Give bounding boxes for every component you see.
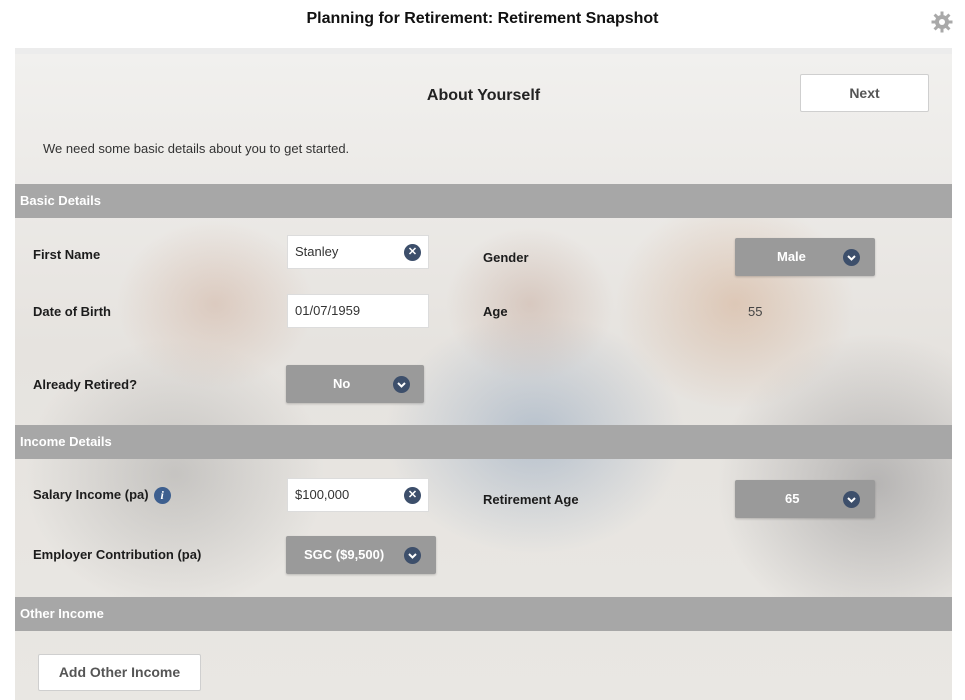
already-retired-label: Already Retired? (33, 377, 138, 392)
gender-label: Gender (483, 250, 529, 265)
clear-icon[interactable]: ✕ (404, 244, 421, 261)
section-basic-details: Basic Details (15, 184, 952, 218)
chevron-down-icon (843, 491, 860, 508)
intro-text: We need some basic details about you to … (43, 141, 350, 156)
age-label: Age (483, 304, 508, 319)
employer-contribution-value: SGC ($9,500) (304, 547, 385, 562)
first-name-field[interactable]: Stanley ✕ (287, 235, 429, 269)
section-other-income: Other Income (15, 597, 952, 631)
info-icon[interactable]: i (153, 487, 171, 505)
employer-contribution-label: Employer Contribution (pa) (33, 547, 202, 562)
clear-icon[interactable]: ✕ (404, 487, 421, 504)
dob-field[interactable]: 01/07/1959 (287, 294, 429, 328)
already-retired-select[interactable]: No (286, 365, 424, 403)
gender-value: Male (777, 249, 806, 264)
chevron-down-icon (393, 376, 410, 393)
section-income-details: Income Details (15, 425, 952, 459)
employer-contribution-select[interactable]: SGC ($9,500) (286, 536, 436, 574)
salary-income-label: Salary Income (pa) i (33, 487, 171, 505)
dob-value: 01/07/1959 (295, 303, 361, 318)
first-name-label: First Name (33, 247, 101, 262)
retirement-age-label: Retirement Age (483, 492, 579, 507)
add-other-income-button[interactable]: Add Other Income (38, 654, 201, 691)
retirement-age-select[interactable]: 65 (735, 480, 875, 518)
age-value: 55 (748, 304, 763, 319)
salary-income-field[interactable]: $100,000 ✕ (287, 478, 429, 512)
salary-income-label-text: Salary Income (pa) (33, 487, 149, 502)
salary-income-value: $100,000 (295, 487, 350, 502)
gear-icon[interactable] (930, 10, 954, 34)
dob-label: Date of Birth (33, 304, 111, 319)
form-panel: About Yourself Next We need some basic d… (15, 48, 952, 700)
chevron-down-icon (843, 249, 860, 266)
app-title: Planning for Retirement: Retirement Snap… (306, 10, 659, 27)
first-name-value: Stanley (295, 244, 339, 259)
next-button[interactable]: Next (800, 74, 929, 112)
gender-select[interactable]: Male (735, 238, 875, 276)
retirement-age-value: 65 (785, 491, 800, 506)
already-retired-value: No (333, 376, 351, 391)
chevron-down-icon (404, 547, 421, 564)
